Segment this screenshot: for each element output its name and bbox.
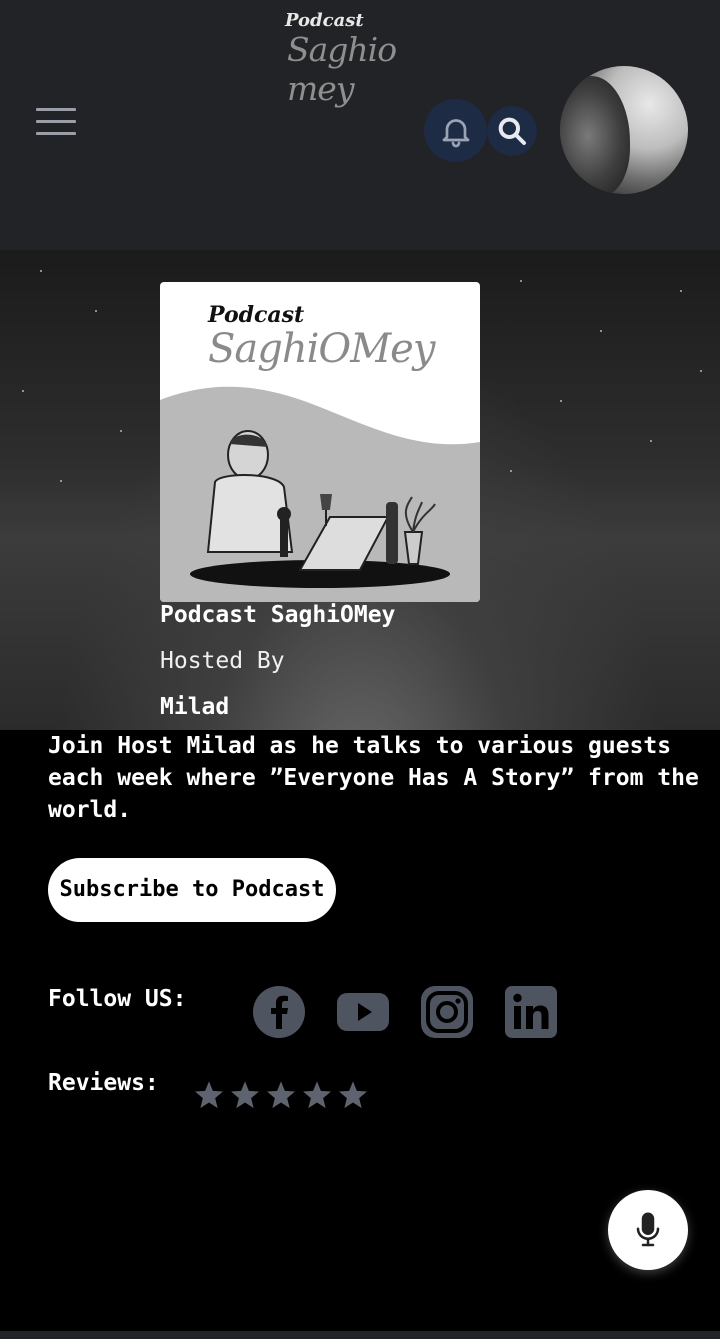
- bell-icon: [442, 118, 469, 147]
- hamburger-menu-icon[interactable]: [36, 108, 76, 138]
- host-name[interactable]: Milad: [160, 694, 229, 720]
- podcast-cover-art: Podcast SaghiOMey: [160, 282, 480, 602]
- cover-illustration: [160, 386, 480, 602]
- logo-line1: Podcast: [285, 10, 364, 31]
- youtube-icon[interactable]: [336, 985, 390, 1039]
- star-icon[interactable]: [265, 1079, 297, 1111]
- facebook-icon[interactable]: [252, 985, 306, 1039]
- bottom-bar: [0, 1331, 720, 1339]
- reviews-label: Reviews:: [48, 1070, 159, 1096]
- logo-line2: Saghio mey: [287, 30, 397, 108]
- linkedin-icon[interactable]: [504, 985, 558, 1039]
- podcast-title: Podcast SaghiOMey: [160, 602, 396, 628]
- search-button[interactable]: [487, 106, 537, 156]
- star-icon[interactable]: [337, 1079, 369, 1111]
- podcast-hero: Podcast SaghiOMey Podcast SaghiOMey Host…: [0, 250, 720, 730]
- notifications-button[interactable]: [424, 99, 487, 162]
- hosted-by-label: Hosted By: [160, 648, 285, 674]
- microphone-button[interactable]: [608, 1190, 688, 1270]
- podcast-logo[interactable]: Podcast Saghio mey: [285, 10, 445, 108]
- podcast-description: Join Host Milad as he talks to various g…: [48, 733, 699, 823]
- search-icon: [498, 117, 526, 145]
- star-icon[interactable]: [301, 1079, 333, 1111]
- subscribe-button[interactable]: Subscribe to Podcast: [48, 858, 336, 922]
- review-stars[interactable]: [193, 1079, 369, 1111]
- microphone-icon: [636, 1212, 660, 1247]
- instagram-icon[interactable]: [420, 985, 474, 1039]
- star-icon[interactable]: [193, 1079, 225, 1111]
- user-avatar[interactable]: [560, 66, 688, 194]
- follow-us-label: Follow US:: [48, 986, 187, 1012]
- app-header: Podcast Saghio mey: [0, 0, 720, 250]
- star-icon[interactable]: [229, 1079, 261, 1111]
